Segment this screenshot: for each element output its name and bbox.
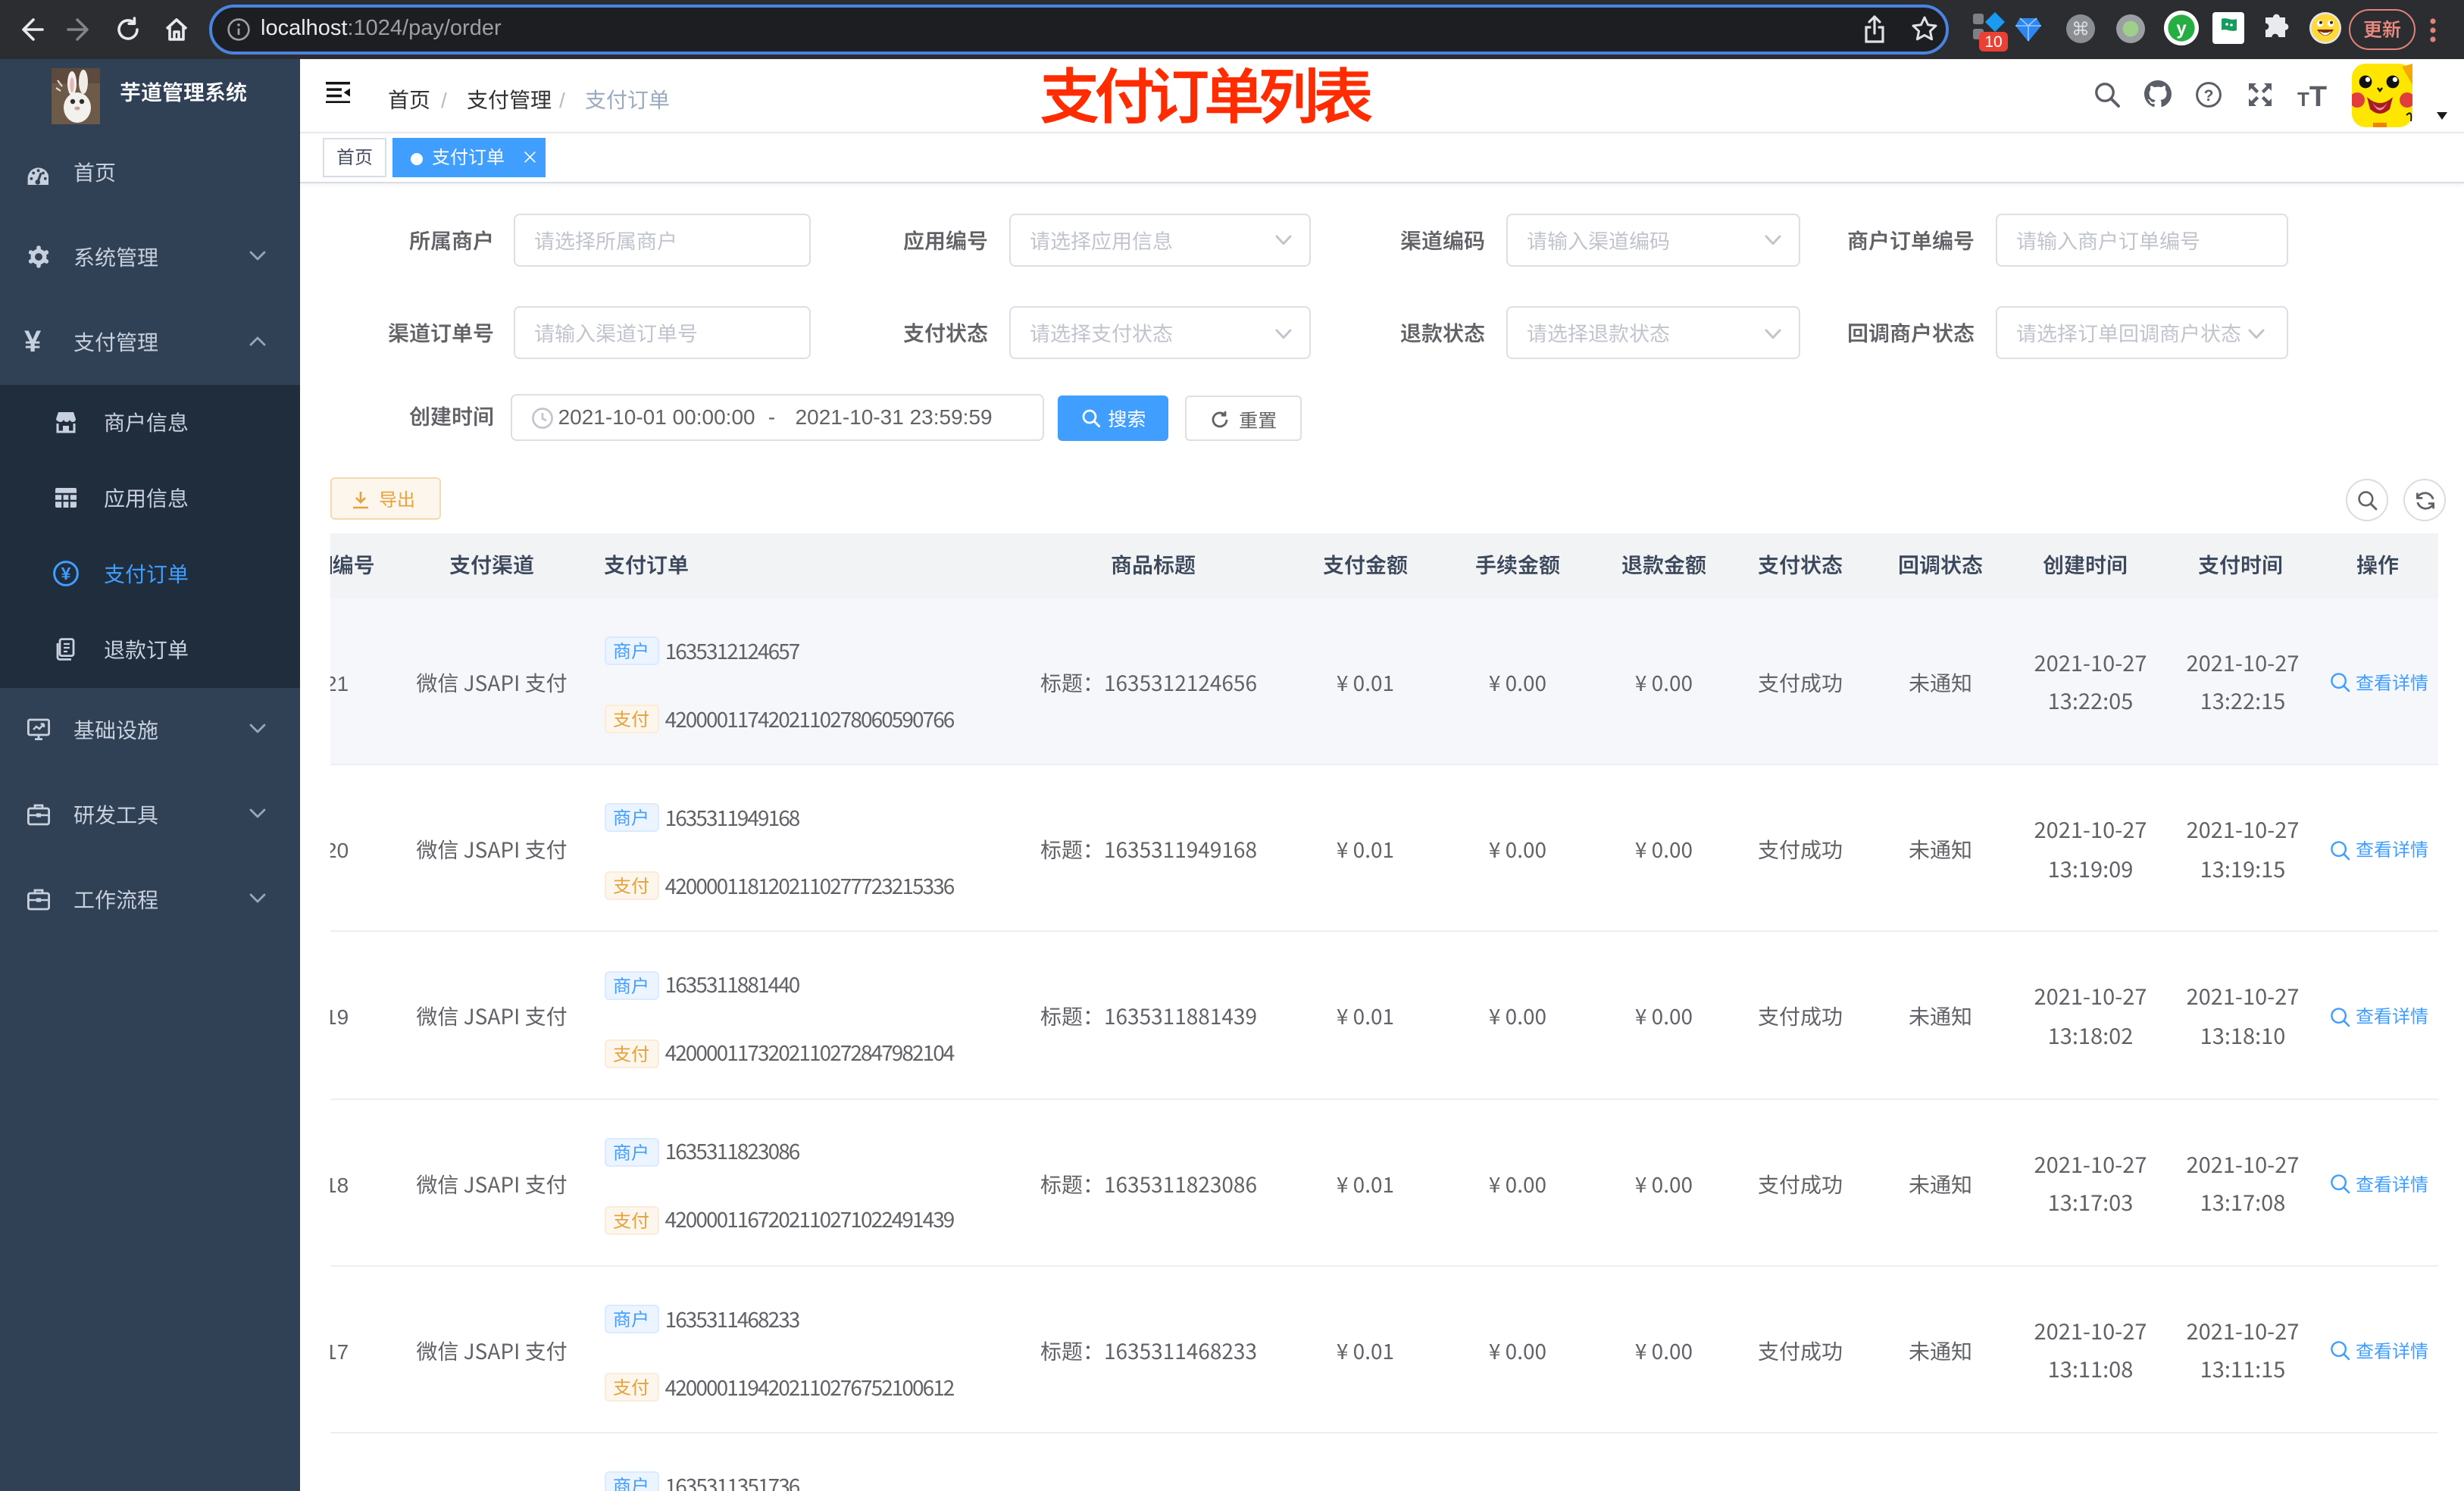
svg-text:?: ? (2204, 87, 2214, 105)
svg-text:⌘: ⌘ (2072, 20, 2090, 40)
svg-text:y: y (2176, 19, 2187, 39)
svg-text:¥: ¥ (61, 564, 71, 583)
svg-text:10: 10 (1984, 33, 2002, 51)
